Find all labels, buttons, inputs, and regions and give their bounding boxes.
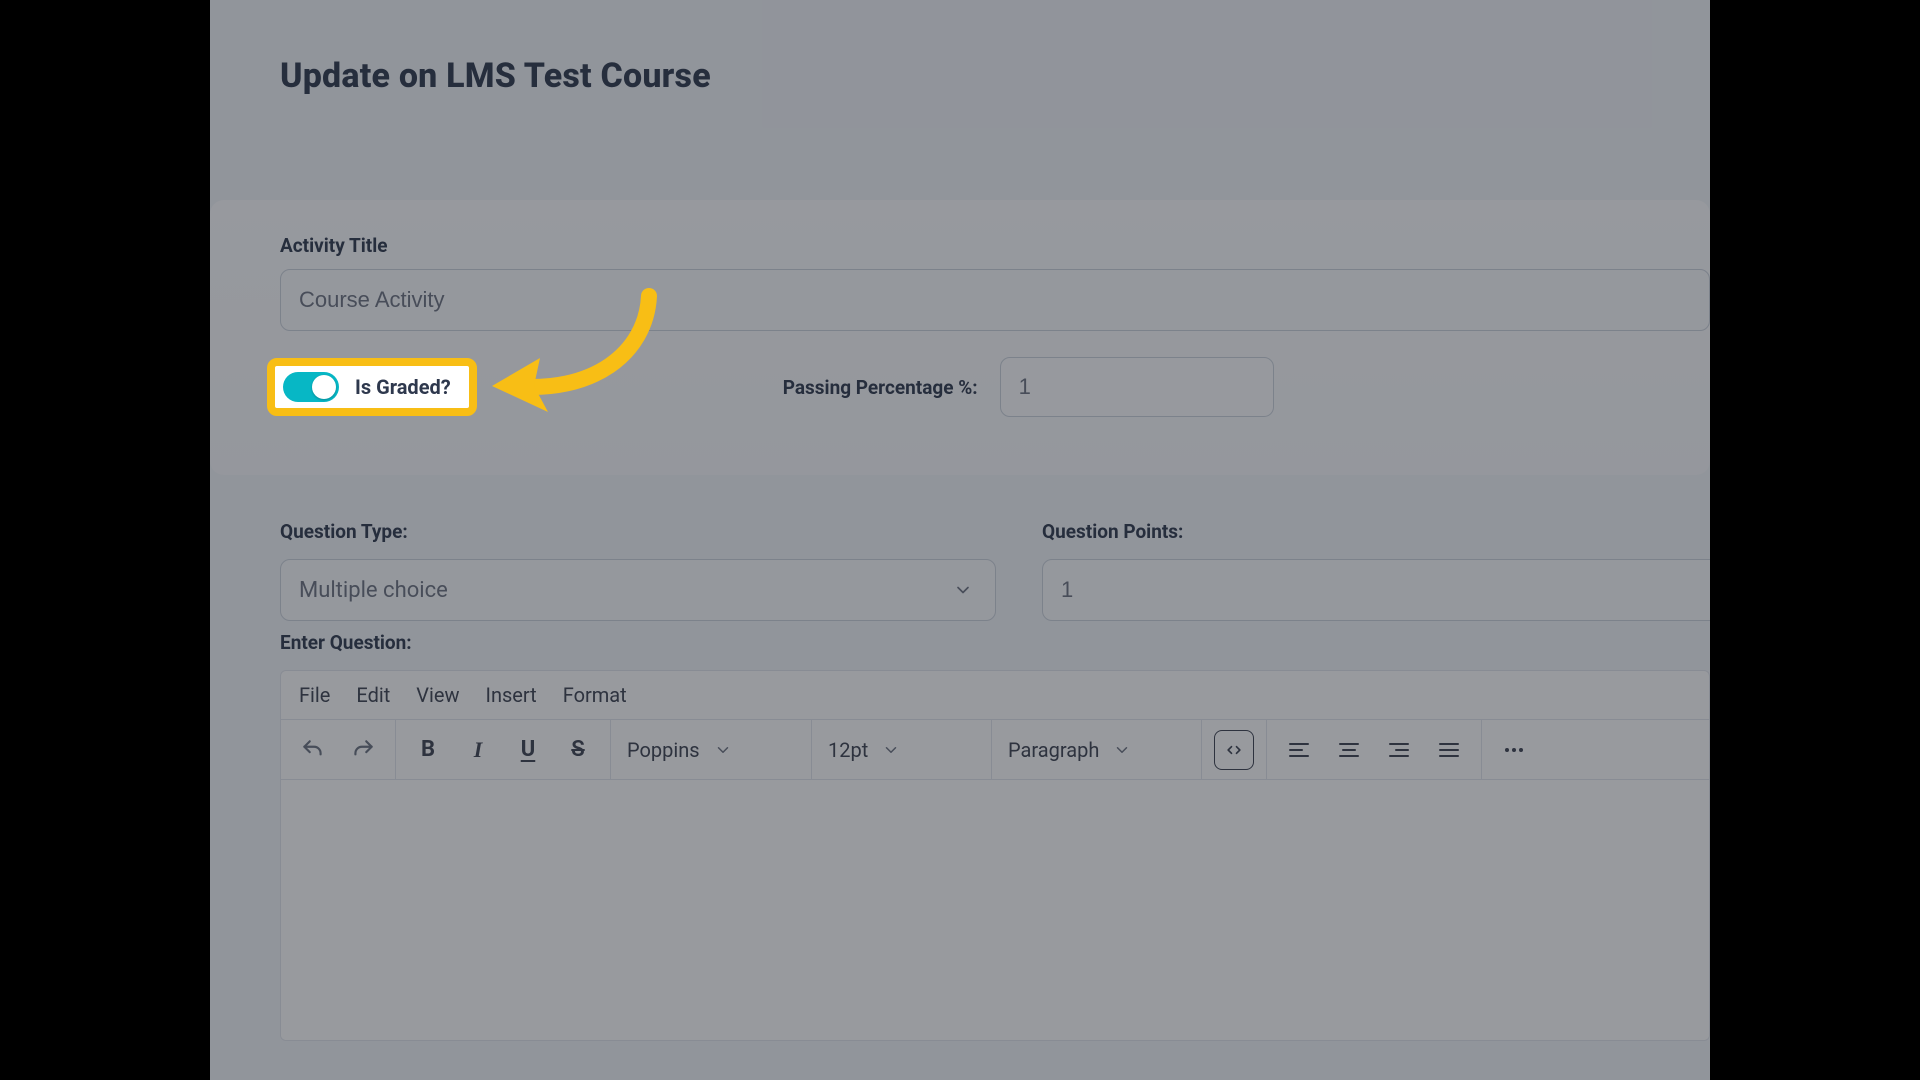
menu-format[interactable]: Format [563,683,627,707]
underline-button[interactable]: U [508,730,548,770]
block-format-value: Paragraph [1008,738,1099,762]
question-points-input[interactable] [1042,559,1710,621]
align-right-button[interactable] [1379,730,1419,770]
align-center-button[interactable] [1329,730,1369,770]
menu-file[interactable]: File [299,683,330,707]
is-graded-toggle[interactable] [283,372,339,402]
strikethrough-button[interactable]: S [558,730,598,770]
editor-menubar: File Edit View Insert Format [281,671,1709,720]
is-graded-label: Is Graded? [355,375,451,399]
activity-title-input[interactable] [280,269,1710,331]
menu-view[interactable]: View [416,683,459,707]
font-size-value: 12pt [828,738,868,762]
font-size-select[interactable]: 12pt [811,720,981,779]
rich-text-editor: File Edit View Insert Format [280,670,1710,1041]
passing-percentage-label: Passing Percentage %: [783,376,978,399]
question-type-label: Question Type: [280,520,996,543]
redo-button[interactable] [343,730,383,770]
align-justify-button[interactable] [1429,730,1469,770]
editor-toolbar: B I U S Poppins 12pt [281,720,1709,780]
code-view-button[interactable] [1214,730,1254,770]
align-left-button[interactable] [1279,730,1319,770]
block-format-select[interactable]: Paragraph [991,720,1201,779]
menu-insert[interactable]: Insert [486,683,537,707]
editor-content[interactable] [281,780,1709,1040]
question-points-label: Question Points: [1042,520,1710,543]
activity-title-label: Activity Title [280,234,1710,257]
enter-question-label: Enter Question: [280,631,1710,654]
undo-button[interactable] [293,730,333,770]
bold-button[interactable]: B [408,730,448,770]
is-graded-highlight: Is Graded? [267,358,477,416]
question-panel: Question Type: Multiple choice Question … [210,520,1710,1080]
activity-panel: Activity Title Is Graded? Passing Percen… [210,200,1710,475]
more-button[interactable] [1494,730,1534,770]
chevron-down-icon [882,741,900,759]
chevron-down-icon [714,741,732,759]
font-family-value: Poppins [627,738,700,762]
font-family-select[interactable]: Poppins [611,720,801,779]
passing-percentage-input[interactable] [1000,357,1274,417]
page-title: Update on LMS Test Course [280,56,711,96]
italic-button[interactable]: I [458,730,498,770]
chevron-down-icon [1113,741,1131,759]
question-type-value: Multiple choice [299,578,448,603]
menu-edit[interactable]: Edit [356,683,390,707]
chevron-down-icon [953,580,973,600]
question-type-select[interactable]: Multiple choice [280,559,996,621]
app-viewport: Update on LMS Test Course Activity Title… [210,0,1710,1080]
